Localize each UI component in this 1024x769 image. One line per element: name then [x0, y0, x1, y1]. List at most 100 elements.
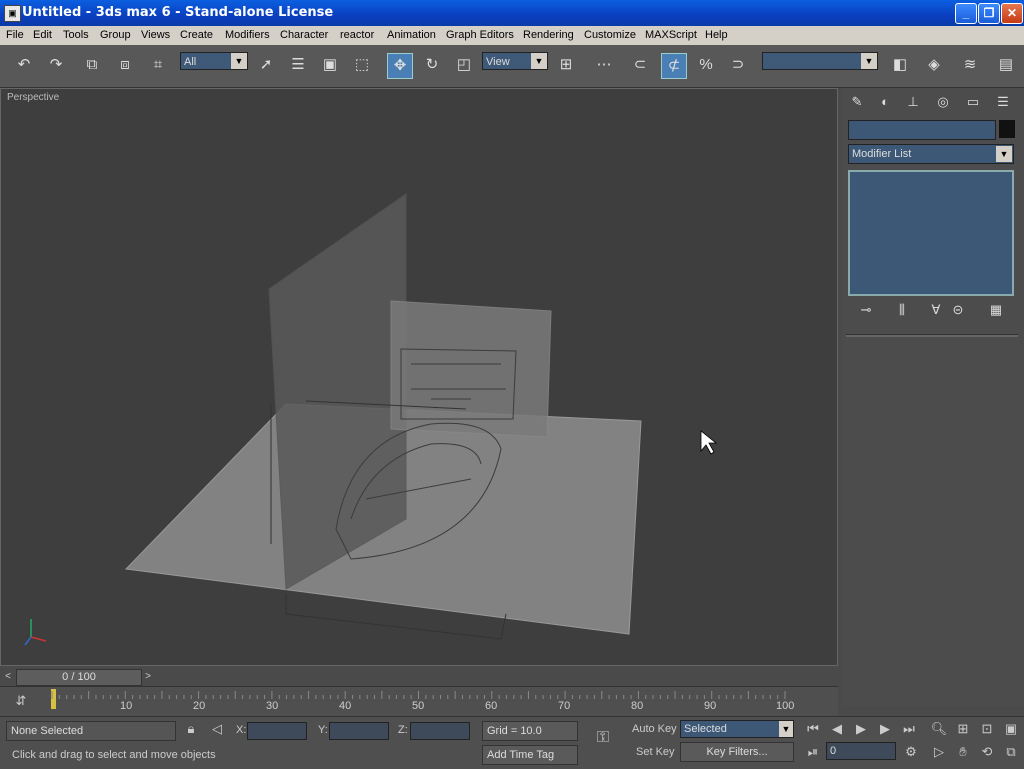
motion-tab-icon[interactable]: ◎: [932, 92, 954, 112]
percent-snap-icon[interactable]: %: [694, 53, 718, 77]
title-bar: ▣ Untitled - 3ds max 6 - Stand-alone Lic…: [0, 0, 1024, 26]
zoom-extents-all-icon[interactable]: ▣: [1002, 721, 1020, 737]
time-prev-icon[interactable]: <: [2, 670, 14, 684]
curve-editor-icon[interactable]: ▤: [994, 53, 1018, 77]
menu-file[interactable]: File: [6, 29, 24, 41]
snap-toggle-icon[interactable]: ⊂: [628, 53, 652, 77]
previous-frame-icon[interactable]: ◀: [828, 721, 846, 737]
viewport-scene: [24, 193, 718, 646]
redo-icon[interactable]: ↷: [44, 53, 68, 77]
rectangular-selection-icon[interactable]: ▣: [318, 53, 342, 77]
close-button[interactable]: ✕: [1001, 3, 1023, 24]
menu-group[interactable]: Group: [100, 29, 131, 41]
auto-key-button[interactable]: Auto Key: [632, 723, 677, 735]
maximize-button[interactable]: ❐: [978, 3, 1000, 24]
time-slider-thumb[interactable]: 0 / 100: [16, 669, 142, 686]
modifier-list-dropdown[interactable]: Modifier List ▼: [848, 144, 1014, 164]
menu-create[interactable]: Create: [180, 29, 213, 41]
track-tick: 70: [558, 700, 571, 712]
chevron-down-icon: ▼: [231, 53, 247, 69]
modifier-stack[interactable]: [848, 170, 1014, 296]
utilities-tab-icon[interactable]: ☰: [992, 92, 1014, 112]
pivot-point-icon[interactable]: ⊞: [554, 53, 578, 77]
named-selection-sets-dropdown[interactable]: ▼: [762, 52, 878, 70]
stack-buttons: ⊸ ⫼ ∀ ⊝ ▦: [848, 302, 1014, 322]
key-mode-toggle-icon[interactable]: ⏯: [804, 744, 822, 760]
app-icon[interactable]: ▣: [4, 5, 21, 22]
command-panel-tabs: ✎ ◐ ⊥ ◎ ▭ ☰: [842, 88, 1024, 114]
zoom-extents-icon[interactable]: ⊡: [978, 721, 996, 737]
menu-customize[interactable]: Customize: [584, 29, 636, 41]
layer-manager-icon[interactable]: ≋: [958, 53, 982, 77]
mirror-icon[interactable]: ◧: [888, 53, 912, 77]
select-object-icon[interactable]: ➚: [254, 53, 278, 77]
current-frame-field[interactable]: 0: [826, 742, 896, 760]
x-coordinate-field[interactable]: [247, 722, 307, 740]
select-and-link-icon[interactable]: ⧉: [80, 53, 104, 77]
next-frame-icon[interactable]: ▶: [876, 721, 894, 737]
spinner-snap-icon[interactable]: ⊃: [726, 53, 750, 77]
time-configuration-icon[interactable]: ⚙: [902, 744, 920, 760]
z-coordinate-field[interactable]: [410, 722, 470, 740]
key-filters-button[interactable]: Key Filters...: [680, 742, 794, 762]
display-tab-icon[interactable]: ▭: [962, 92, 984, 112]
arc-rotate-icon[interactable]: ⟲: [978, 744, 996, 760]
make-unique-icon[interactable]: ∀: [926, 302, 946, 318]
add-time-tag-button[interactable]: Add Time Tag: [482, 745, 578, 765]
unlink-icon[interactable]: ⧈: [113, 53, 137, 77]
menu-tools[interactable]: Tools: [63, 29, 89, 41]
menu-graph-editors[interactable]: Graph Editors: [446, 29, 514, 41]
remove-modifier-icon[interactable]: ⊝: [948, 302, 968, 318]
lock-selection-icon[interactable]: 🔒︎: [182, 721, 200, 737]
prompt-line: Click and drag to select and move object…: [12, 749, 216, 761]
select-manipulate-icon[interactable]: ⋯: [592, 53, 616, 77]
window-crossing-icon[interactable]: ⬚: [350, 53, 374, 77]
go-to-end-icon[interactable]: ⏭: [900, 721, 918, 737]
reference-coordinate-dropdown[interactable]: View ▼: [482, 52, 548, 70]
hierarchy-tab-icon[interactable]: ⊥: [902, 92, 924, 112]
y-coordinate-field[interactable]: [329, 722, 389, 740]
perspective-viewport[interactable]: Perspective: [0, 88, 838, 666]
field-of-view-icon[interactable]: ▷: [930, 744, 948, 760]
minimize-button[interactable]: _: [955, 3, 977, 24]
set-key-icon[interactable]: ⚿: [590, 729, 616, 747]
configure-modifier-sets-icon[interactable]: ▦: [986, 302, 1006, 318]
maximize-viewport-icon[interactable]: ⧉: [1002, 744, 1020, 760]
menu-reactor[interactable]: reactor: [340, 29, 374, 41]
pan-icon[interactable]: ✋︎: [954, 744, 972, 760]
key-mode-dropdown[interactable]: Selected ▼: [680, 720, 794, 738]
angle-snap-icon[interactable]: ⊄: [661, 53, 687, 79]
menu-views[interactable]: Views: [141, 29, 170, 41]
selection-filter-dropdown[interactable]: All ▼: [180, 52, 248, 70]
undo-icon[interactable]: ↶: [12, 53, 36, 77]
menu-character[interactable]: Character: [280, 29, 328, 41]
select-by-name-icon[interactable]: ☰: [286, 53, 310, 77]
create-tab-icon[interactable]: ✎: [846, 92, 868, 112]
zoom-all-icon[interactable]: ⊞: [954, 721, 972, 737]
menu-animation[interactable]: Animation: [387, 29, 436, 41]
select-and-scale-icon[interactable]: ◰: [452, 53, 476, 77]
bind-space-warp-icon[interactable]: ⌗: [146, 53, 170, 77]
menu-modifiers[interactable]: Modifiers: [225, 29, 270, 41]
menu-edit[interactable]: Edit: [33, 29, 52, 41]
zoom-icon[interactable]: 🔍︎: [930, 721, 948, 737]
set-key-button[interactable]: Set Key: [636, 746, 675, 758]
absolute-mode-icon[interactable]: ◁: [208, 721, 226, 737]
object-color-swatch[interactable]: [999, 120, 1015, 138]
chevron-down-icon: ▼: [996, 146, 1012, 162]
select-and-move-icon[interactable]: ✥: [387, 53, 413, 79]
go-to-start-icon[interactable]: ⏮: [804, 721, 822, 737]
select-and-rotate-icon[interactable]: ↻: [420, 53, 444, 77]
object-name-field[interactable]: [848, 120, 996, 140]
play-icon[interactable]: ▶: [852, 721, 870, 737]
pin-stack-icon[interactable]: ⊸: [856, 302, 876, 318]
modify-tab-icon[interactable]: ◐: [874, 92, 896, 112]
show-end-result-icon[interactable]: ⫼: [892, 302, 912, 318]
track-bar[interactable]: ⇵ 10 20 30 40 50 60 70 80 90 100: [0, 686, 838, 717]
menu-maxscript[interactable]: MAXScript: [645, 29, 697, 41]
menu-rendering[interactable]: Rendering: [523, 29, 574, 41]
main-toolbar: ↶ ↷ ⧉ ⧈ ⌗ All ▼ ➚ ☰ ▣ ⬚ ✥ ↻ ◰ View ▼ ⊞ ⋯…: [0, 45, 1024, 88]
align-icon[interactable]: ◈: [922, 53, 946, 77]
menu-help[interactable]: Help: [705, 29, 728, 41]
time-next-icon[interactable]: >: [142, 670, 154, 684]
